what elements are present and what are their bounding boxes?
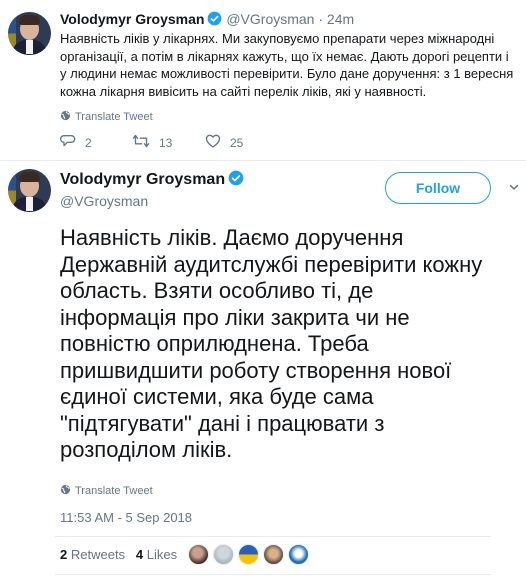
divider — [55, 536, 491, 537]
likes-stat[interactable]: 4 Likes — [136, 547, 177, 562]
tweet-stats: 2 Retweets 4 Likes — [60, 547, 177, 562]
like-count: 25 — [230, 135, 244, 150]
tweet-text: Наявність ліків. Даємо доручення Державн… — [60, 225, 483, 462]
timeline-tweet[interactable]: Volodymyr Groysman @VGroysman · 24m Наяв… — [0, 0, 526, 161]
tweet-text: Наявність ліків у лікарнях. Ми закуповує… — [60, 31, 514, 99]
author-handle[interactable]: @VGroysman — [226, 11, 314, 27]
heart-icon — [205, 133, 221, 152]
globe-icon — [60, 110, 71, 124]
verified-badge-icon — [207, 11, 222, 29]
retweets-label: Retweets — [70, 547, 126, 562]
avatar[interactable] — [188, 544, 209, 565]
reply-icon — [60, 133, 76, 152]
globe-icon — [60, 484, 71, 498]
translate-tweet-link[interactable]: Translate Tweet — [60, 484, 153, 498]
translate-tweet-link[interactable]: Translate Tweet — [60, 110, 153, 124]
author-handle[interactable]: @VGroysman — [60, 193, 148, 209]
retweet-icon — [132, 133, 150, 152]
author-name[interactable]: Volodymyr Groysman — [60, 11, 204, 27]
retweets-stat[interactable]: 2 Retweets — [60, 547, 125, 562]
follow-button[interactable]: Follow — [385, 172, 491, 204]
retweets-count: 2 — [60, 547, 68, 562]
author-name-row: Volodymyr Groysman — [60, 170, 244, 191]
tweet-header: Volodymyr Groysman @VGroysman · 24m — [60, 11, 354, 29]
retweet-button[interactable]: 13 — [132, 133, 172, 152]
translate-label: Translate Tweet — [75, 111, 153, 123]
divider — [55, 574, 491, 575]
reply-button[interactable]: 2 — [60, 133, 92, 152]
avatar[interactable] — [8, 169, 51, 212]
avatar[interactable] — [288, 544, 309, 565]
avatar[interactable] — [238, 544, 259, 565]
retweet-count: 13 — [159, 135, 173, 150]
likes-label: Likes — [146, 547, 178, 562]
engagers-avatars — [188, 544, 309, 565]
translate-label: Translate Tweet — [75, 485, 153, 497]
tweet-time[interactable]: 24m — [327, 11, 354, 27]
avatar[interactable] — [8, 12, 51, 55]
chevron-down-icon[interactable] — [508, 180, 520, 198]
tweet-timestamp[interactable]: 11:53 AM - 5 Sep 2018 — [60, 510, 192, 525]
author-name[interactable]: Volodymyr Groysman — [60, 171, 225, 188]
tweet-actions: 2 13 25 — [60, 133, 360, 153]
avatar[interactable] — [263, 544, 284, 565]
verified-badge-icon — [228, 170, 244, 191]
separator-dot: · — [318, 11, 324, 27]
likes-count: 4 — [135, 547, 144, 562]
reply-count: 2 — [85, 135, 92, 150]
avatar[interactable] — [213, 544, 234, 565]
like-button[interactable]: 25 — [205, 133, 243, 152]
